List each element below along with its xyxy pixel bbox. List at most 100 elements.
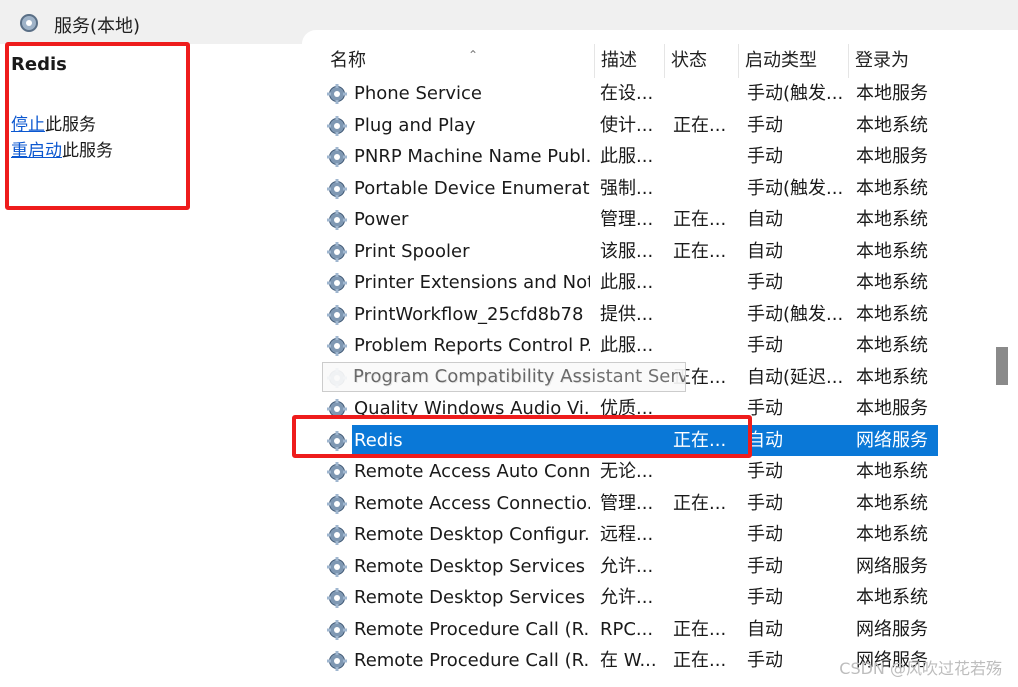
service-logon-cell: 本地系统 — [856, 587, 928, 608]
service-name-cell: Remote Access Connectio... — [354, 492, 590, 514]
vertical-scrollbar[interactable] — [990, 44, 1016, 687]
selected-service-name: Redis — [11, 54, 67, 75]
scrollbar-thumb[interactable] — [996, 347, 1008, 385]
column-header-logon-as[interactable]: 登录为 — [848, 44, 938, 78]
column-header-startup-type[interactable]: 启动类型 — [738, 44, 848, 78]
restart-service-link[interactable]: 重启动 — [11, 141, 62, 161]
service-row[interactable]: Remote Access Auto Conn... 无论... 手动 本地系统 — [306, 456, 938, 488]
sort-up-icon: ⌃ — [468, 48, 479, 62]
service-description-cell: 无论... — [600, 461, 654, 482]
service-name-cell: Remote Procedure Call (R... — [354, 650, 590, 671]
service-startup-type-cell: 手动 — [747, 587, 783, 608]
service-logon-cell: 本地系统 — [856, 177, 928, 199]
service-startup-type-cell: 手动 — [747, 114, 783, 136]
service-gear-icon — [326, 335, 348, 357]
watermark: CSDN @风吹过花若殇 — [839, 659, 1002, 678]
service-row[interactable]: Print Spooler 该服... 正在... 自动 本地系统 — [306, 236, 938, 268]
column-header-description[interactable]: 描述 — [594, 44, 664, 78]
service-gear-icon — [326, 146, 348, 168]
service-startup-type-cell: 手动(触发... — [747, 83, 844, 104]
service-description-cell: 优质... — [600, 398, 654, 419]
service-description-cell: 强制... — [600, 177, 654, 199]
service-name-cell: Plug and Play — [354, 114, 476, 136]
service-name-cell: Redis — [354, 429, 403, 451]
pane-divider-curve — [302, 30, 1018, 44]
service-gear-icon — [326, 83, 348, 105]
service-status-cell: 正在... — [673, 209, 727, 230]
service-name-cell: PrintWorkflow_25cfd8b78 — [354, 303, 584, 325]
column-header-status[interactable]: 状态 — [664, 44, 738, 78]
service-row[interactable]: Phone Service 在设... 手动(触发... 本地服务 — [306, 78, 938, 110]
service-status-cell: 正在... — [673, 114, 727, 136]
service-description-cell: 此服... — [600, 335, 654, 356]
window-title: 服务(本地) — [54, 16, 141, 37]
title-bar: 服务(本地) — [0, 0, 1018, 45]
service-name-cell: Remote Access Auto Conn... — [354, 461, 590, 482]
service-startup-type-cell: 手动 — [747, 492, 783, 514]
restart-service-action: 重启动此服务 — [11, 136, 113, 161]
service-description-cell: RPC... — [600, 618, 654, 640]
service-row[interactable]: Problem Reports Control P... 此服... 手动 本地系统 — [306, 330, 938, 362]
service-description-cell: 此服... — [600, 272, 654, 293]
service-status-cell: 正在... — [673, 650, 727, 671]
service-row[interactable]: Power 管理... 正在... 自动 本地系统 — [306, 204, 938, 236]
service-row-selected[interactable]: Redis 正在... 自动 网络服务 — [306, 424, 938, 456]
service-logon-cell: 本地系统 — [856, 303, 928, 325]
service-row[interactable]: Remote Procedure Call (R... RPC... 正在... 自动… — [306, 614, 938, 646]
service-name-cell: Remote Procedure Call (R... — [354, 618, 590, 640]
service-startup-type-cell: 手动 — [747, 398, 783, 419]
service-status-cell: 正在... — [673, 618, 727, 640]
service-name-cell: Phone Service — [354, 83, 483, 104]
service-name-cell: Quality Windows Audio Vi... — [354, 398, 590, 419]
stop-service-action: 停止此服务 — [11, 110, 96, 135]
service-row[interactable]: Plug and Play 使计... 正在... 手动 本地系统 — [306, 110, 938, 142]
service-row[interactable]: Printer Extensions and Noti... 此服... 手动 本地系… — [306, 267, 938, 299]
column-header-name[interactable]: ⌃ 名称 — [324, 44, 594, 78]
service-startup-type-cell: 手动 — [747, 272, 783, 293]
service-logon-cell: 本地服务 — [856, 398, 928, 419]
service-gear-icon — [326, 556, 348, 578]
service-row[interactable]: PrintWorkflow_25cfd8b78 提供... 手动(触发... 本地系统 — [306, 299, 938, 331]
service-row[interactable]: Remote Access Connectio... 管理... 正在... 手动 本地… — [306, 488, 938, 520]
service-description-cell: 提供... — [600, 303, 654, 325]
service-logon-cell: 本地服务 — [856, 146, 928, 167]
service-gear-icon — [326, 619, 348, 641]
service-description-cell: 管理... — [600, 492, 654, 514]
service-gear-icon — [326, 461, 348, 483]
service-logon-cell: 网络服务 — [856, 555, 928, 577]
service-startup-type-cell: 手动 — [747, 335, 783, 356]
service-startup-type-cell: 自动 — [747, 240, 783, 262]
service-logon-cell: 本地系统 — [856, 492, 928, 514]
service-row[interactable]: Portable Device Enumerat... 强制... 手动(触发...… — [306, 173, 938, 205]
service-gear-icon — [326, 209, 348, 231]
service-status-cell: 正在... — [673, 492, 727, 514]
service-row[interactable]: Quality Windows Audio Vi... 优质... 手动 本地服务 — [306, 393, 938, 425]
service-name-cell: Problem Reports Control P... — [354, 335, 590, 356]
service-logon-cell: 网络服务 — [856, 618, 928, 640]
service-name-cell: Remote Desktop Services ... — [354, 587, 590, 608]
service-logon-cell: 本地服务 — [856, 83, 928, 104]
service-row[interactable]: Remote Desktop Configur... 远程... 手动 本地系统 — [306, 519, 938, 551]
service-startup-type-cell: 手动 — [747, 146, 783, 167]
service-row[interactable]: Remote Desktop Services ... 允许... 手动 本地系统 — [306, 582, 938, 614]
service-gear-icon — [326, 178, 348, 200]
service-gear-icon — [326, 304, 348, 326]
service-logon-cell: 网络服务 — [856, 429, 928, 451]
service-gear-icon — [326, 241, 348, 263]
service-gear-icon — [326, 650, 348, 672]
stop-service-suffix: 此服务 — [45, 115, 96, 135]
stop-service-link[interactable]: 停止 — [11, 115, 45, 135]
service-startup-type-cell: 手动 — [747, 461, 783, 482]
service-logon-cell: 本地系统 — [856, 272, 928, 293]
service-name-tooltip: Program Compatibility Assistant Service — [322, 362, 686, 392]
service-startup-type-cell: 手动 — [747, 555, 783, 577]
service-gear-icon — [326, 398, 348, 420]
service-row[interactable]: PNRP Machine Name Publ... 此服... 手动 本地服务 — [306, 141, 938, 173]
service-gear-icon — [326, 272, 348, 294]
service-description-cell: 允许... — [600, 555, 654, 577]
service-gear-icon — [326, 115, 348, 137]
service-startup-type-cell: 手动(触发... — [747, 303, 844, 325]
service-row[interactable]: Remote Desktop Services 允许... 手动 网络服务 — [306, 551, 938, 583]
service-description-cell: 在 W... — [600, 650, 657, 671]
service-description-cell: 管理... — [600, 209, 654, 230]
